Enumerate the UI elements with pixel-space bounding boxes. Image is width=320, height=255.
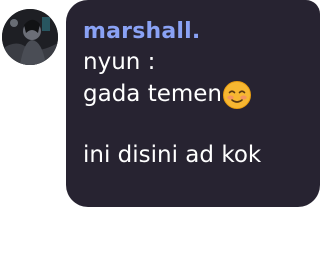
- message-text: ini disini ad kok: [83, 142, 262, 168]
- message-text: gada temen: [83, 80, 222, 107]
- avatar-image: [2, 9, 58, 65]
- message-text: nyun :: [83, 49, 156, 75]
- message-line-1: nyun :: [83, 47, 308, 77]
- avatar[interactable]: [2, 9, 58, 65]
- message-line-3: [83, 110, 308, 140]
- chat-message: marshall. nyun : gada temen ini disini a…: [0, 0, 320, 255]
- message-bubble: marshall. nyun : gada temen ini disini a…: [66, 0, 320, 207]
- message-author[interactable]: marshall.: [83, 17, 308, 47]
- smiling-blush-emoji-icon: [222, 80, 252, 110]
- message-line-4: ini disini ad kok: [83, 140, 308, 170]
- message-line-2: gada temen: [83, 77, 308, 110]
